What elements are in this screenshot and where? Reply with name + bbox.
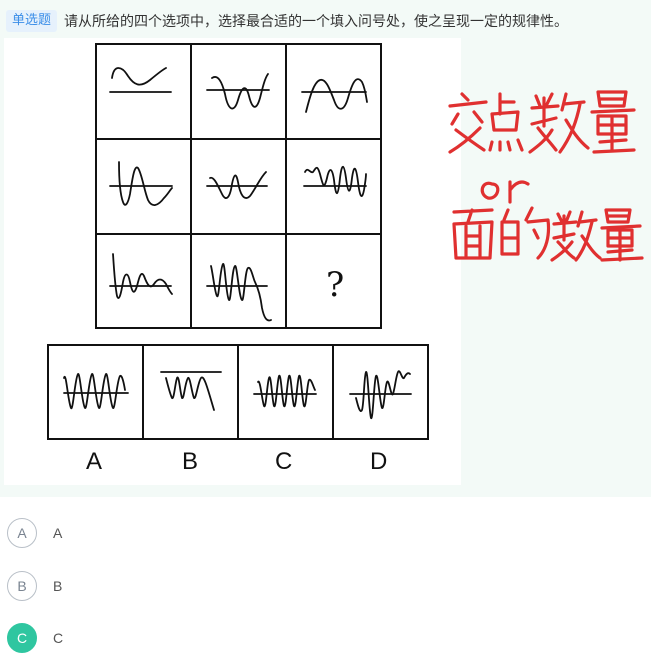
answer-option-b-text: B bbox=[53, 578, 63, 594]
answer-option-a-circle[interactable]: A bbox=[7, 518, 37, 548]
missing-figure-mark: ? bbox=[326, 265, 344, 305]
answer-option-c-circle[interactable]: C bbox=[7, 623, 37, 653]
puzzle-figure-svg: ? A B C D bbox=[47, 43, 429, 475]
answer-option-c-text: C bbox=[53, 630, 64, 646]
options-grid bbox=[47, 344, 429, 440]
option-b-figure bbox=[160, 371, 222, 411]
answer-option-a[interactable]: A A bbox=[7, 516, 62, 550]
option-c-figure bbox=[253, 374, 317, 408]
question-prompt: 请从所给的四个选项中，选择最合适的一个填入问号处，使之呈现一定的规律性。 bbox=[64, 14, 568, 30]
option-label-a: A bbox=[86, 448, 102, 475]
question-type-tag: 单选题 bbox=[6, 10, 58, 32]
answer-option-b-circle[interactable]: B bbox=[7, 571, 37, 601]
cell-2-3-figure bbox=[303, 165, 367, 197]
option-d-figure bbox=[349, 370, 412, 419]
question-area: 单选题 请从所给的四个选项中，选择最合适的一个填入问号处，使之呈现一定的规律性。 bbox=[0, 0, 651, 497]
cell-2-1-figure bbox=[109, 161, 173, 206]
answer-option-b[interactable]: B B bbox=[7, 569, 62, 603]
cell-1-3-figure bbox=[301, 78, 368, 113]
answer-option-c[interactable]: C C bbox=[7, 621, 63, 655]
cell-2-2-figure bbox=[206, 171, 268, 199]
option-label-c: C bbox=[275, 448, 292, 475]
option-a-figure bbox=[63, 373, 129, 409]
option-label-d: D bbox=[370, 448, 387, 475]
puzzle-figure: ? A B C D bbox=[4, 38, 461, 485]
answer-option-a-text: A bbox=[53, 525, 63, 541]
handwritten-annotation bbox=[448, 90, 644, 262]
cell-3-1-figure bbox=[109, 253, 173, 299]
option-label-b: B bbox=[182, 448, 198, 475]
cell-1-1-figure bbox=[109, 67, 172, 93]
cell-1-2-figure bbox=[206, 73, 270, 110]
cell-3-2-figure bbox=[206, 263, 272, 322]
